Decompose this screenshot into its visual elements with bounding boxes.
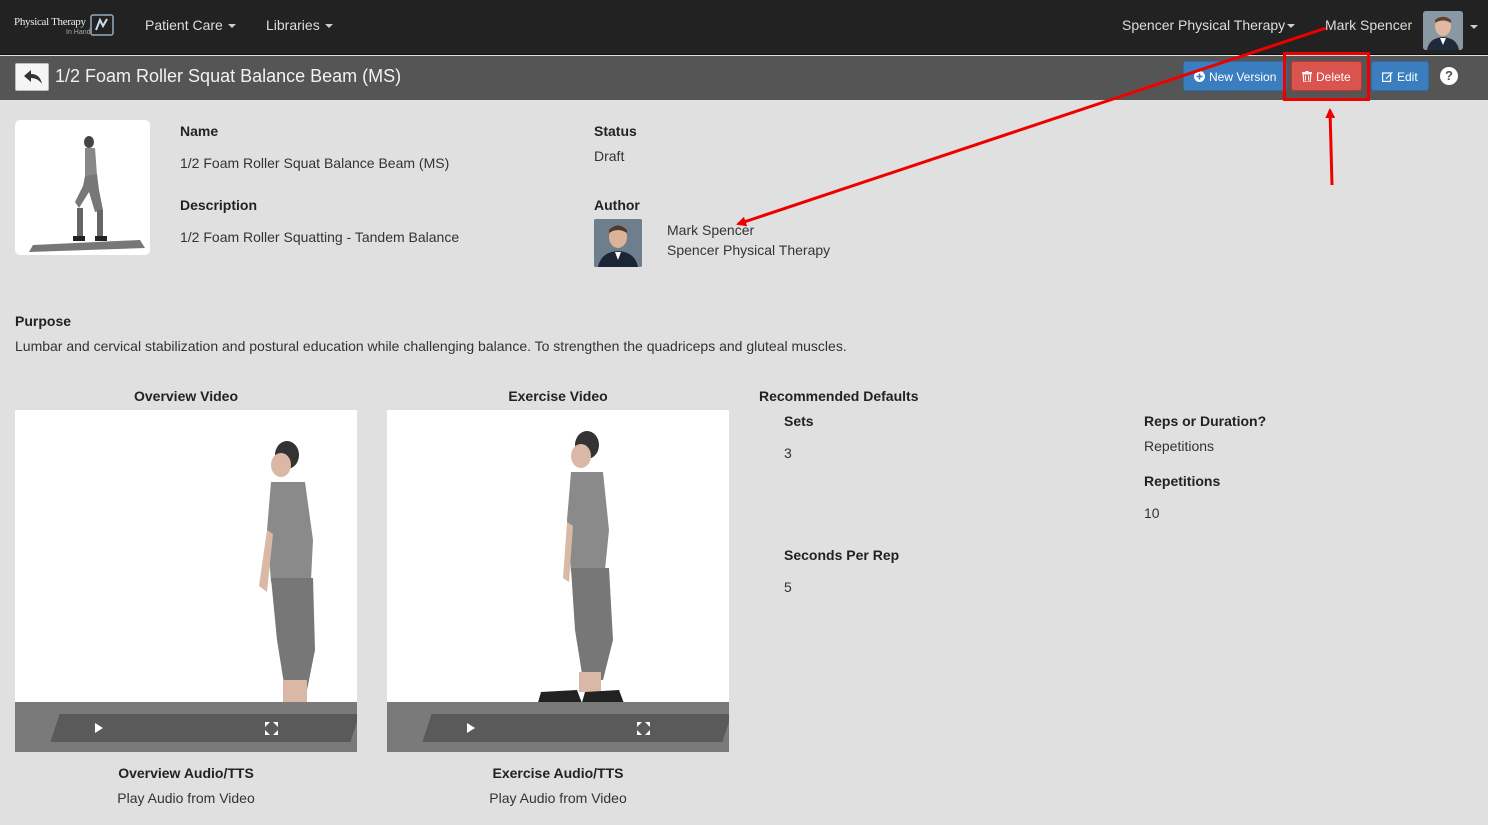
- annotation-highlight-box: [1283, 52, 1370, 101]
- author-label: Author: [594, 197, 640, 213]
- recommended-defaults-title: Recommended Defaults: [759, 388, 919, 404]
- overview-audio-value: Play Audio from Video: [117, 790, 255, 806]
- nav-user-menu[interactable]: Mark Spencer: [1325, 17, 1412, 33]
- back-arrow-icon: [24, 70, 42, 84]
- plus-circle-icon: [1194, 71, 1205, 83]
- exercise-figure-image: [29, 136, 145, 252]
- app-logo[interactable]: Physical Therapy In Hand: [14, 13, 114, 39]
- exercise-thumbnail: [15, 120, 150, 255]
- repetitions-value: 10: [1144, 505, 1160, 521]
- nav-clinic-label: Spencer Physical Therapy: [1122, 17, 1286, 33]
- user-avatar[interactable]: [1423, 11, 1463, 50]
- exercise-video-frame: [537, 431, 625, 706]
- page-header: 1/2 Foam Roller Squat Balance Beam (MS) …: [0, 56, 1488, 100]
- exercise-audio-label: Exercise Audio/TTS: [492, 765, 624, 781]
- logo-mark-icon: [90, 14, 114, 36]
- exercise-video-title: Exercise Video: [508, 388, 608, 404]
- seconds-per-rep-label: Seconds Per Rep: [784, 547, 900, 563]
- status-label: Status: [594, 123, 637, 139]
- play-icon[interactable]: [467, 723, 475, 733]
- name-label: Name: [180, 123, 219, 139]
- description-value: 1/2 Foam Roller Squatting - Tandem Balan…: [180, 229, 460, 245]
- nav-patient-care[interactable]: Patient Care: [145, 17, 236, 33]
- seconds-per-rep-value: 5: [784, 579, 792, 595]
- status-value: Draft: [594, 148, 625, 164]
- author-organization: Spencer Physical Therapy: [667, 242, 831, 258]
- description-label: Description: [180, 197, 258, 213]
- edit-icon: [1382, 72, 1393, 83]
- nav-libraries[interactable]: Libraries: [266, 17, 333, 33]
- overview-video-controls: [15, 702, 357, 752]
- page-title: 1/2 Foam Roller Squat Balance Beam (MS): [55, 66, 402, 86]
- chevron-down-icon: [227, 24, 236, 29]
- overview-video-title: Overview Video: [133, 388, 238, 404]
- edit-label: Edit: [1397, 70, 1418, 84]
- nav-clinic-menu[interactable]: Spencer Physical Therapy: [1122, 17, 1296, 33]
- purpose-label: Purpose: [15, 313, 72, 329]
- annotation-arrow-to-delete: [1325, 108, 1336, 186]
- exercise-video-player[interactable]: [387, 410, 729, 752]
- sets-value: 3: [784, 445, 792, 461]
- fullscreen-icon[interactable]: [265, 722, 278, 735]
- new-version-button[interactable]: New Version: [1183, 61, 1288, 91]
- logo-subtext: In Hand: [66, 29, 91, 36]
- help-icon[interactable]: ?: [1440, 67, 1458, 85]
- chevron-down-icon: [1287, 24, 1296, 29]
- logo-text: Physical Therapy: [14, 16, 86, 28]
- author-name: Mark Spencer: [667, 222, 755, 238]
- nav-user-label: Mark Spencer: [1325, 17, 1413, 33]
- fullscreen-icon[interactable]: [637, 722, 650, 735]
- person-icon: [1423, 11, 1463, 50]
- name-value: 1/2 Foam Roller Squat Balance Beam (MS): [180, 155, 450, 171]
- exercise-video-controls: [387, 702, 729, 752]
- purpose-text: Lumbar and cervical stabilization and po…: [15, 338, 847, 354]
- person-icon: [594, 219, 642, 267]
- nav-libraries-label: Libraries: [266, 17, 320, 33]
- reps-or-duration-label: Reps or Duration?: [1144, 413, 1267, 429]
- author-avatar: [594, 219, 642, 267]
- sets-label: Sets: [784, 413, 814, 429]
- top-navbar: Physical Therapy In Hand Patient Care Li…: [0, 0, 1488, 55]
- edit-button[interactable]: Edit: [1371, 61, 1429, 91]
- overview-video-player[interactable]: [15, 410, 357, 752]
- repetitions-label: Repetitions: [1144, 473, 1221, 489]
- overview-audio-label: Overview Audio/TTS: [118, 765, 254, 781]
- overview-video-frame: [259, 441, 321, 722]
- chevron-down-icon[interactable]: [1470, 25, 1478, 29]
- nav-patient-care-label: Patient Care: [145, 17, 223, 33]
- exercise-audio-value: Play Audio from Video: [489, 790, 627, 806]
- reps-or-duration-value: Repetitions: [1144, 438, 1215, 454]
- play-icon[interactable]: [95, 723, 103, 733]
- back-button[interactable]: [15, 63, 49, 91]
- new-version-label: New Version: [1209, 70, 1277, 84]
- chevron-down-icon: [324, 24, 333, 29]
